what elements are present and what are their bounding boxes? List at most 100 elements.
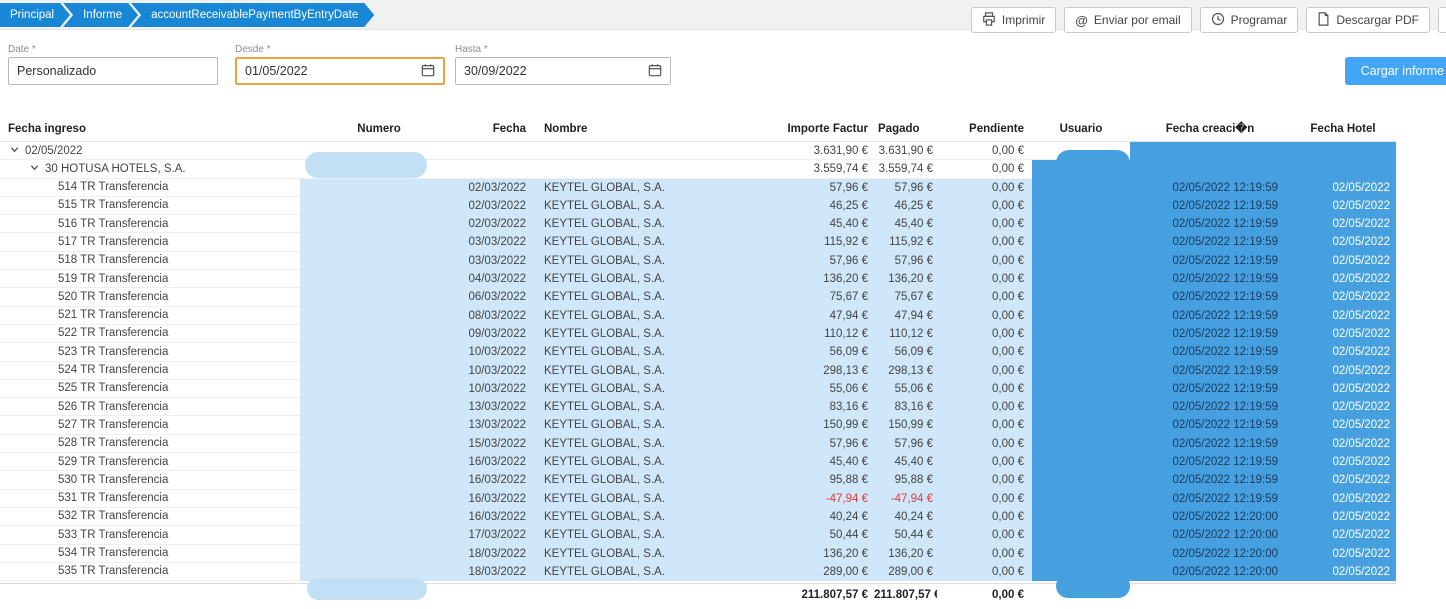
- table-row[interactable]: 534 TR Transferencia 18/03/2022 KEYTEL G…: [0, 545, 1396, 563]
- table-row[interactable]: 533 TR Transferencia 17/03/2022 KEYTEL G…: [0, 526, 1396, 544]
- report-page: Principal Informe accountReceivablePayme…: [0, 0, 1446, 609]
- chevron-down-icon[interactable]: [30, 160, 39, 178]
- print-button[interactable]: Imprimir: [971, 7, 1056, 33]
- cell-fecha-creacion: 02/05/2022 12:19:59: [1130, 307, 1290, 325]
- cell-fecha: 10/03/2022: [458, 380, 534, 398]
- cell-importe: 57,96 €: [780, 179, 874, 197]
- cell-pendiente: 0,00 €: [937, 471, 1032, 489]
- table-row[interactable]: 520 TR Transferencia 06/03/2022 KEYTEL G…: [0, 288, 1396, 306]
- desde-field[interactable]: [235, 57, 445, 85]
- breadcrumb-report-name[interactable]: accountReceivablePaymentByEntryDate: [131, 3, 374, 27]
- cell-usuario: [1032, 197, 1130, 215]
- calendar-icon[interactable]: [648, 63, 662, 80]
- cell-numero: [300, 508, 458, 526]
- desde-input[interactable]: [245, 64, 415, 78]
- cell-pendiente: 0,00 €: [937, 508, 1032, 526]
- chevron-down-icon[interactable]: [10, 142, 19, 160]
- send-email-button[interactable]: @ Enviar por email: [1064, 7, 1191, 33]
- table-row[interactable]: 515 TR Transferencia 02/03/2022 KEYTEL G…: [0, 197, 1396, 215]
- download-pdf-button[interactable]: Descargar PDF: [1306, 7, 1430, 33]
- total-pendiente: 0,00 €: [937, 584, 1032, 605]
- cell-fecha-creacion: 02/05/2022 12:20:00: [1130, 508, 1290, 526]
- cell-fecha-ingreso: 515 TR Transferencia: [0, 197, 300, 215]
- col-header-usuario[interactable]: Usuario: [1032, 116, 1130, 141]
- cell-fecha-creacion: 02/05/2022 12:19:59: [1130, 233, 1290, 251]
- table-row[interactable]: 521 TR Transferencia 08/03/2022 KEYTEL G…: [0, 307, 1396, 325]
- group-pagado: 3.631,90 €: [874, 142, 937, 160]
- cell-numero: [300, 307, 458, 325]
- cell-nombre: KEYTEL GLOBAL, S.A.: [534, 197, 780, 215]
- date-type-input[interactable]: [17, 64, 209, 78]
- cell-pendiente: 0,00 €: [937, 179, 1032, 197]
- report-table: Fecha ingreso Numero Fecha Nombre Import…: [0, 116, 1446, 605]
- breadcrumb-principal[interactable]: Principal: [0, 3, 70, 27]
- cell-nombre: KEYTEL GLOBAL, S.A.: [534, 545, 780, 563]
- hasta-field[interactable]: [455, 57, 671, 85]
- table-row[interactable]: 523 TR Transferencia 10/03/2022 KEYTEL G…: [0, 343, 1396, 361]
- col-header-pagado[interactable]: Pagado: [874, 116, 937, 141]
- table-row[interactable]: 529 TR Transferencia 16/03/2022 KEYTEL G…: [0, 453, 1396, 471]
- cell-pendiente: 0,00 €: [937, 197, 1032, 215]
- calendar-icon[interactable]: [421, 63, 435, 80]
- cell-fecha-creacion: 02/05/2022 12:20:00: [1130, 563, 1290, 581]
- col-header-fecha-ingreso[interactable]: Fecha ingreso: [0, 116, 300, 141]
- cell-fecha-ingreso: 534 TR Transferencia: [0, 545, 300, 563]
- cell-pagado: 136,20 €: [874, 545, 937, 563]
- cell-nombre: KEYTEL GLOBAL, S.A.: [534, 416, 780, 434]
- col-header-fecha-creacion[interactable]: Fecha creaci�n: [1130, 116, 1290, 141]
- cell-importe: 136,20 €: [780, 545, 874, 563]
- table-row[interactable]: 531 TR Transferencia 16/03/2022 KEYTEL G…: [0, 490, 1396, 508]
- cell-fecha-ingreso: 519 TR Transferencia: [0, 270, 300, 288]
- table-row[interactable]: 535 TR Transferencia 18/03/2022 KEYTEL G…: [0, 563, 1396, 581]
- cell-nombre: KEYTEL GLOBAL, S.A.: [534, 398, 780, 416]
- cell-importe: 47,94 €: [780, 307, 874, 325]
- cell-fecha-ingreso: 535 TR Transferencia: [0, 563, 300, 581]
- schedule-button[interactable]: Programar: [1200, 7, 1299, 33]
- table-row[interactable]: 525 TR Transferencia 10/03/2022 KEYTEL G…: [0, 380, 1396, 398]
- group-row-date[interactable]: 02/05/2022 3.631,90 € 3.631,90 € 0,00 €: [0, 142, 1396, 160]
- group-pendiente: 0,00 €: [937, 160, 1032, 178]
- cell-fecha-creacion: 02/05/2022 12:20:00: [1130, 526, 1290, 544]
- group-row-client[interactable]: 30 HOTUSA HOTELS, S.A. 3.559,74 € 3.559,…: [0, 160, 1396, 178]
- toolbar: Imprimir @ Enviar por email Programar De…: [971, 7, 1440, 33]
- col-header-pendiente[interactable]: Pendiente: [937, 116, 1032, 141]
- table-row[interactable]: 516 TR Transferencia 02/03/2022 KEYTEL G…: [0, 215, 1396, 233]
- col-header-fecha[interactable]: Fecha: [458, 116, 534, 141]
- table-row[interactable]: 530 TR Transferencia 16/03/2022 KEYTEL G…: [0, 471, 1396, 489]
- cell-fecha-creacion: 02/05/2022 12:19:59: [1130, 270, 1290, 288]
- breadcrumb-informe[interactable]: Informe: [63, 3, 138, 27]
- cell-nombre: KEYTEL GLOBAL, S.A.: [534, 288, 780, 306]
- cell-pendiente: 0,00 €: [937, 416, 1032, 434]
- cell-numero: [300, 490, 458, 508]
- table-row[interactable]: 518 TR Transferencia 03/03/2022 KEYTEL G…: [0, 252, 1396, 270]
- cell-pendiente: 0,00 €: [937, 343, 1032, 361]
- table-row[interactable]: 528 TR Transferencia 15/03/2022 KEYTEL G…: [0, 435, 1396, 453]
- hasta-input[interactable]: [464, 64, 642, 78]
- col-header-importe[interactable]: Importe Factur: [780, 116, 874, 141]
- cell-numero: [300, 416, 458, 434]
- desde-label: Desde *: [235, 44, 271, 55]
- table-row[interactable]: 514 TR Transferencia 02/03/2022 KEYTEL G…: [0, 179, 1396, 197]
- cell-nombre: KEYTEL GLOBAL, S.A.: [534, 325, 780, 343]
- table-row[interactable]: 532 TR Transferencia 16/03/2022 KEYTEL G…: [0, 508, 1396, 526]
- date-type-field[interactable]: [8, 57, 218, 85]
- cell-fecha-hotel: 02/05/2022: [1290, 343, 1396, 361]
- table-row[interactable]: 526 TR Transferencia 13/03/2022 KEYTEL G…: [0, 398, 1396, 416]
- cell-fecha-hotel: 02/05/2022: [1290, 453, 1396, 471]
- col-header-nombre[interactable]: Nombre: [534, 116, 780, 141]
- cell-usuario: [1032, 215, 1130, 233]
- table-row[interactable]: 522 TR Transferencia 09/03/2022 KEYTEL G…: [0, 325, 1396, 343]
- cell-pendiente: 0,00 €: [937, 288, 1032, 306]
- group-importe: 3.559,74 €: [780, 160, 874, 178]
- col-header-fecha-hotel[interactable]: Fecha Hotel: [1290, 116, 1396, 141]
- cutoff-button[interactable]: [1438, 7, 1446, 33]
- col-header-numero[interactable]: Numero: [300, 116, 458, 141]
- table-row[interactable]: 527 TR Transferencia 13/03/2022 KEYTEL G…: [0, 416, 1396, 434]
- cell-fecha: 10/03/2022: [458, 362, 534, 380]
- load-report-button[interactable]: Cargar informe: [1345, 57, 1446, 85]
- print-button-label: Imprimir: [1002, 13, 1045, 27]
- table-row[interactable]: 519 TR Transferencia 04/03/2022 KEYTEL G…: [0, 270, 1396, 288]
- table-row[interactable]: 524 TR Transferencia 10/03/2022 KEYTEL G…: [0, 362, 1396, 380]
- cell-pagado: 115,92 €: [874, 233, 937, 251]
- table-row[interactable]: 517 TR Transferencia 03/03/2022 KEYTEL G…: [0, 233, 1396, 251]
